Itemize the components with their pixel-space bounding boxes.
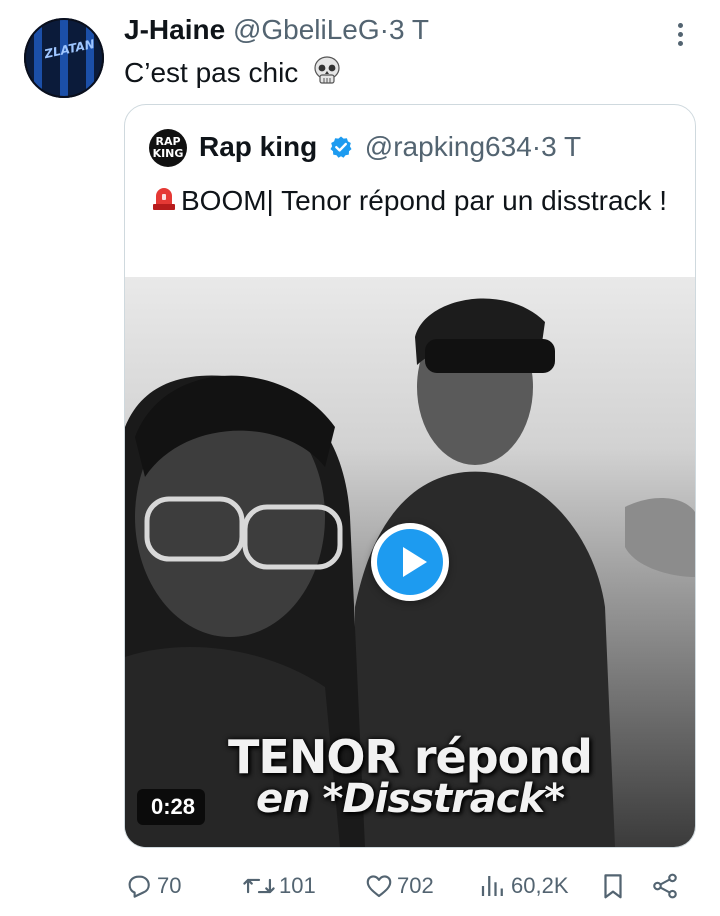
quoted-tweet-body: BOOM| Tenor répond par un disstrack ! xyxy=(181,185,668,216)
avatar-jersey-text: ZLATAN xyxy=(43,36,96,62)
video-thumbnail[interactable]: TENOR répond en *Disstrack* 0:28 xyxy=(125,277,695,847)
tweet-body: C’est pas chic xyxy=(124,56,299,88)
reply-button[interactable]: 70 xyxy=(124,868,181,904)
author-handle[interactable]: @GbeliLeG xyxy=(233,14,380,45)
views-button[interactable]: 60,2K xyxy=(478,868,569,904)
bookmark-button[interactable] xyxy=(598,868,631,904)
tweet-text: C’est pas chic xyxy=(124,56,342,93)
skull-emoji-icon xyxy=(312,56,342,93)
caption-line-1: TENOR répond xyxy=(228,730,593,784)
quoted-tweet-header: Rap king @rapking634·3 T xyxy=(199,131,581,166)
share-icon xyxy=(653,873,677,899)
tweet-actions-bar: 70 101 702 60,2K xyxy=(124,868,704,904)
tweet-header: J-Haine @GbeliLeG·3 T xyxy=(124,14,429,46)
repost-icon xyxy=(243,878,275,894)
like-button[interactable]: 702 xyxy=(364,868,434,904)
quoted-tweet-time[interactable]: 3 T xyxy=(541,131,581,162)
verified-badge-icon xyxy=(329,134,353,166)
separator-dot: · xyxy=(379,14,389,45)
play-icon xyxy=(377,529,443,595)
repost-button[interactable]: 101 xyxy=(242,868,316,904)
share-button[interactable] xyxy=(650,868,683,904)
quoted-tweet-card[interactable]: RAP KING Rap king @rapking634·3 T BOOM| … xyxy=(124,104,696,848)
police-light-emoji-icon xyxy=(149,184,179,225)
more-options-icon[interactable] xyxy=(668,20,692,50)
views-count: 60,2K xyxy=(511,873,569,898)
like-count: 702 xyxy=(397,873,434,898)
video-duration: 0:28 xyxy=(137,789,206,825)
tweet-time[interactable]: 3 T xyxy=(389,14,429,45)
quoted-author-name[interactable]: Rap king xyxy=(199,131,317,162)
views-bar-chart-icon xyxy=(481,876,503,896)
heart-icon xyxy=(366,875,392,898)
quoted-separator-dot: · xyxy=(531,131,542,162)
quoted-author-avatar[interactable]: RAP KING xyxy=(149,129,187,167)
author-avatar[interactable]: ZLATAN xyxy=(24,18,104,98)
quoted-author-handle[interactable]: @rapking634 xyxy=(365,131,532,162)
bookmark-icon xyxy=(604,874,622,899)
reply-icon xyxy=(128,875,150,898)
quoted-tweet-text: BOOM| Tenor répond par un disstrack ! xyxy=(149,181,669,225)
repost-count: 101 xyxy=(279,873,316,898)
reply-count: 70 xyxy=(157,873,182,898)
play-button[interactable] xyxy=(371,523,449,601)
caption-line-2: en *Disstrack* xyxy=(255,776,565,822)
author-name[interactable]: J-Haine xyxy=(124,14,225,45)
video-caption-overlay: TENOR répond en *Disstrack* xyxy=(125,730,695,822)
